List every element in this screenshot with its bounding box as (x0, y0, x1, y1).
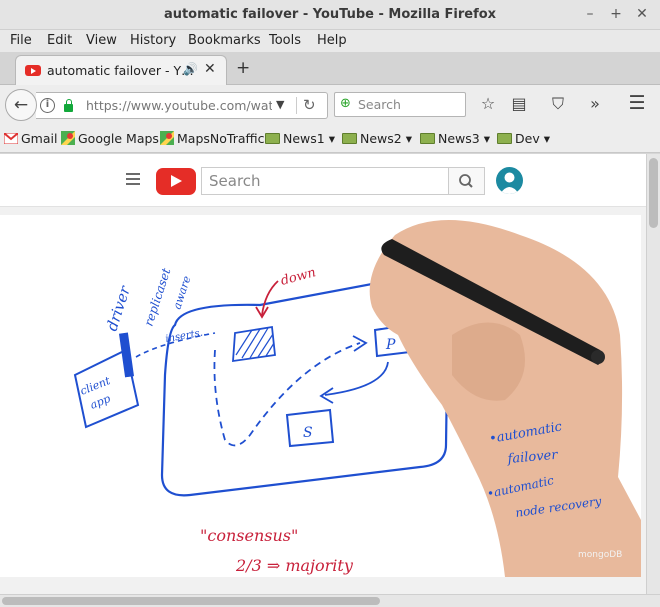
overflow-icon[interactable]: » (585, 94, 605, 113)
bookmark-label: MapsNoTraffic (177, 131, 265, 146)
tab-strip: automatic failover - Y… 🔊 ✕ + (0, 52, 660, 85)
url-text[interactable]: https://www.youtube.com/watch? (86, 98, 272, 113)
chevron-down-icon: ▾ (539, 131, 550, 146)
maximize-button[interactable]: + (607, 5, 625, 23)
chevron-down-icon: ▾ (479, 131, 490, 146)
menu-history[interactable]: History (130, 33, 176, 48)
menu-bookmarks[interactable]: Bookmarks (188, 33, 261, 48)
bookmark-label: News1 (283, 131, 325, 146)
bookmark-folder-news1[interactable]: News1 ▾ (265, 131, 335, 146)
label-replicaset: replicaset (142, 266, 174, 328)
tab-close-button[interactable]: ✕ (204, 61, 216, 77)
lock-icon[interactable] (64, 99, 73, 112)
bookmark-folder-dev[interactable]: Dev ▾ (497, 131, 550, 146)
window-titlebar: automatic failover - YouTube - Mozilla F… (0, 0, 660, 30)
youtube-icon (25, 65, 41, 76)
search-icon (459, 174, 473, 188)
info-icon[interactable]: i (40, 98, 55, 113)
bookmark-folder-news3[interactable]: News3 ▾ (420, 131, 490, 146)
browser-search-input[interactable]: ⊕ Search (334, 92, 466, 117)
user-icon (500, 172, 519, 194)
node-primary: P (385, 337, 396, 353)
youtube-masthead: Search (0, 154, 646, 207)
label-down: down (279, 265, 317, 289)
url-bar[interactable]: i https://www.youtube.com/watch? ▼ ↻ (36, 92, 328, 119)
label-aware: aware (170, 274, 193, 311)
search-engine-icon[interactable]: ⊕ (340, 96, 351, 111)
menu-bar: File Edit View History Bookmarks Tools H… (0, 30, 660, 52)
youtube-logo[interactable] (156, 168, 196, 195)
vertical-scroll-thumb[interactable] (649, 158, 658, 228)
hamburger-menu-icon[interactable]: ☰ (627, 92, 647, 114)
chevron-down-icon: ▾ (401, 131, 412, 146)
bookmark-folder-news2[interactable]: News2 ▾ (342, 131, 412, 146)
node-secondary: S (303, 425, 313, 441)
tab-title: automatic failover - Y… (47, 63, 194, 78)
youtube-search-button[interactable] (448, 167, 485, 195)
page-content: Search mongoDB client app driver replica… (0, 154, 646, 594)
bookmark-gmail[interactable]: Gmail (3, 131, 58, 146)
folder-icon (497, 133, 512, 144)
youtube-search-placeholder: Search (209, 172, 261, 190)
note-consensus: "consensus" (200, 526, 298, 545)
minimize-button[interactable]: – (581, 5, 599, 23)
bookmark-google-maps[interactable]: Google Maps (61, 131, 159, 146)
bookmark-label: Dev (515, 131, 540, 146)
folder-icon (342, 133, 357, 144)
url-dropdown-icon[interactable]: ▼ (276, 98, 284, 111)
gmail-icon (3, 132, 19, 145)
speaker-icon[interactable]: 🔊 (183, 62, 198, 76)
bookmark-label: News2 (360, 131, 402, 146)
video-watermark: mongoDB (578, 550, 622, 560)
video-player[interactable]: mongoDB client app driver replicaset awa… (0, 215, 641, 577)
back-button[interactable]: ← (5, 89, 37, 121)
pocket-icon[interactable]: ⛉ (548, 94, 568, 114)
bookmark-label: Google Maps (78, 131, 159, 146)
bookmark-label: Gmail (21, 131, 58, 146)
chevron-down-icon: ▾ (324, 131, 335, 146)
menu-edit[interactable]: Edit (47, 33, 72, 48)
search-placeholder: Search (358, 97, 401, 112)
guide-menu-icon[interactable] (126, 173, 140, 188)
tab-youtube[interactable]: automatic failover - Y… 🔊 ✕ (15, 55, 227, 85)
menu-help[interactable]: Help (317, 33, 347, 48)
folder-icon (420, 133, 435, 144)
label-app: app (88, 392, 112, 412)
bookmark-label: News3 (438, 131, 480, 146)
bookmark-mapsnotraffic[interactable]: MapsNoTraffic (160, 131, 264, 146)
menu-tools[interactable]: Tools (269, 33, 301, 48)
note-majority: 2/3 ⇒ majority (235, 556, 354, 575)
new-tab-button[interactable]: + (236, 58, 250, 78)
menu-file[interactable]: File (10, 33, 32, 48)
url-separator (296, 97, 297, 114)
maps-pin-icon (61, 131, 75, 145)
menu-view[interactable]: View (86, 33, 117, 48)
bookmarks-toolbar: Gmail Google Maps MapsNoTraffic News1 ▾ … (0, 125, 660, 153)
navigation-toolbar: i https://www.youtube.com/watch? ▼ ↻ ← ⊕… (0, 85, 660, 125)
maps-pin-icon (160, 131, 174, 145)
close-window-button[interactable]: ✕ (633, 5, 651, 23)
folder-icon (265, 133, 280, 144)
account-avatar[interactable] (496, 167, 523, 194)
vertical-scrollbar[interactable] (646, 154, 660, 594)
horizontal-scrollbar[interactable] (0, 594, 660, 607)
bookmark-star-icon[interactable]: ☆ (478, 94, 498, 113)
window-title: automatic failover - YouTube - Mozilla F… (163, 7, 497, 22)
youtube-search-input[interactable]: Search (201, 167, 449, 195)
horizontal-scroll-thumb[interactable] (2, 597, 380, 605)
label-driver: driver (103, 283, 135, 333)
reading-list-icon[interactable]: ▤ (509, 94, 529, 113)
video-frame: mongoDB client app driver replicaset awa… (73, 220, 641, 577)
reload-button[interactable]: ↻ (303, 96, 316, 114)
